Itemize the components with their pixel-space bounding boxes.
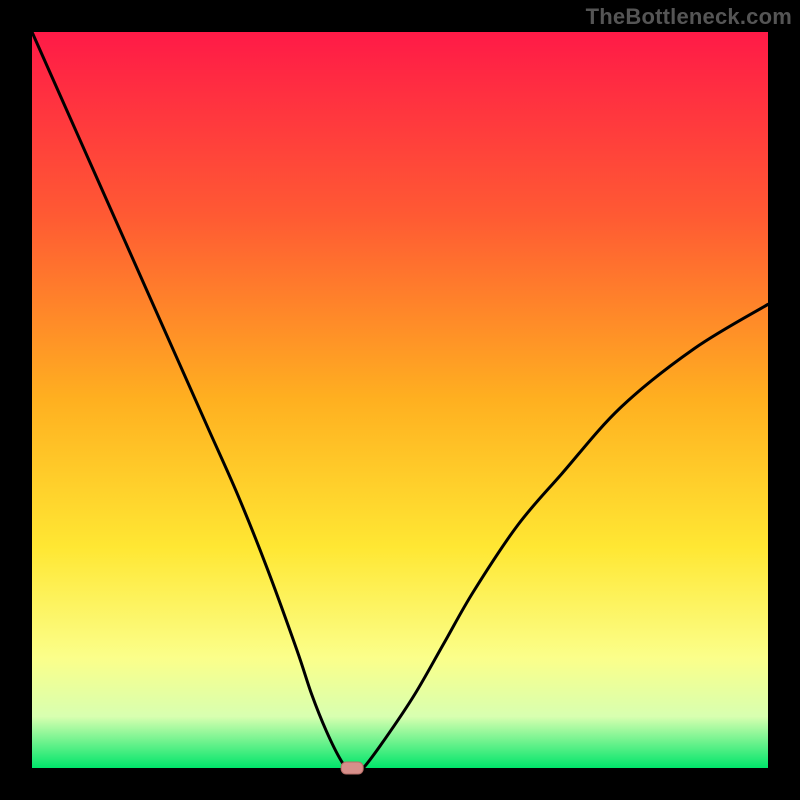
bottleneck-chart	[0, 0, 800, 800]
watermark-text: TheBottleneck.com	[586, 4, 792, 30]
plot-background	[32, 32, 768, 768]
optimal-point-marker	[341, 762, 363, 774]
chart-frame: TheBottleneck.com	[0, 0, 800, 800]
